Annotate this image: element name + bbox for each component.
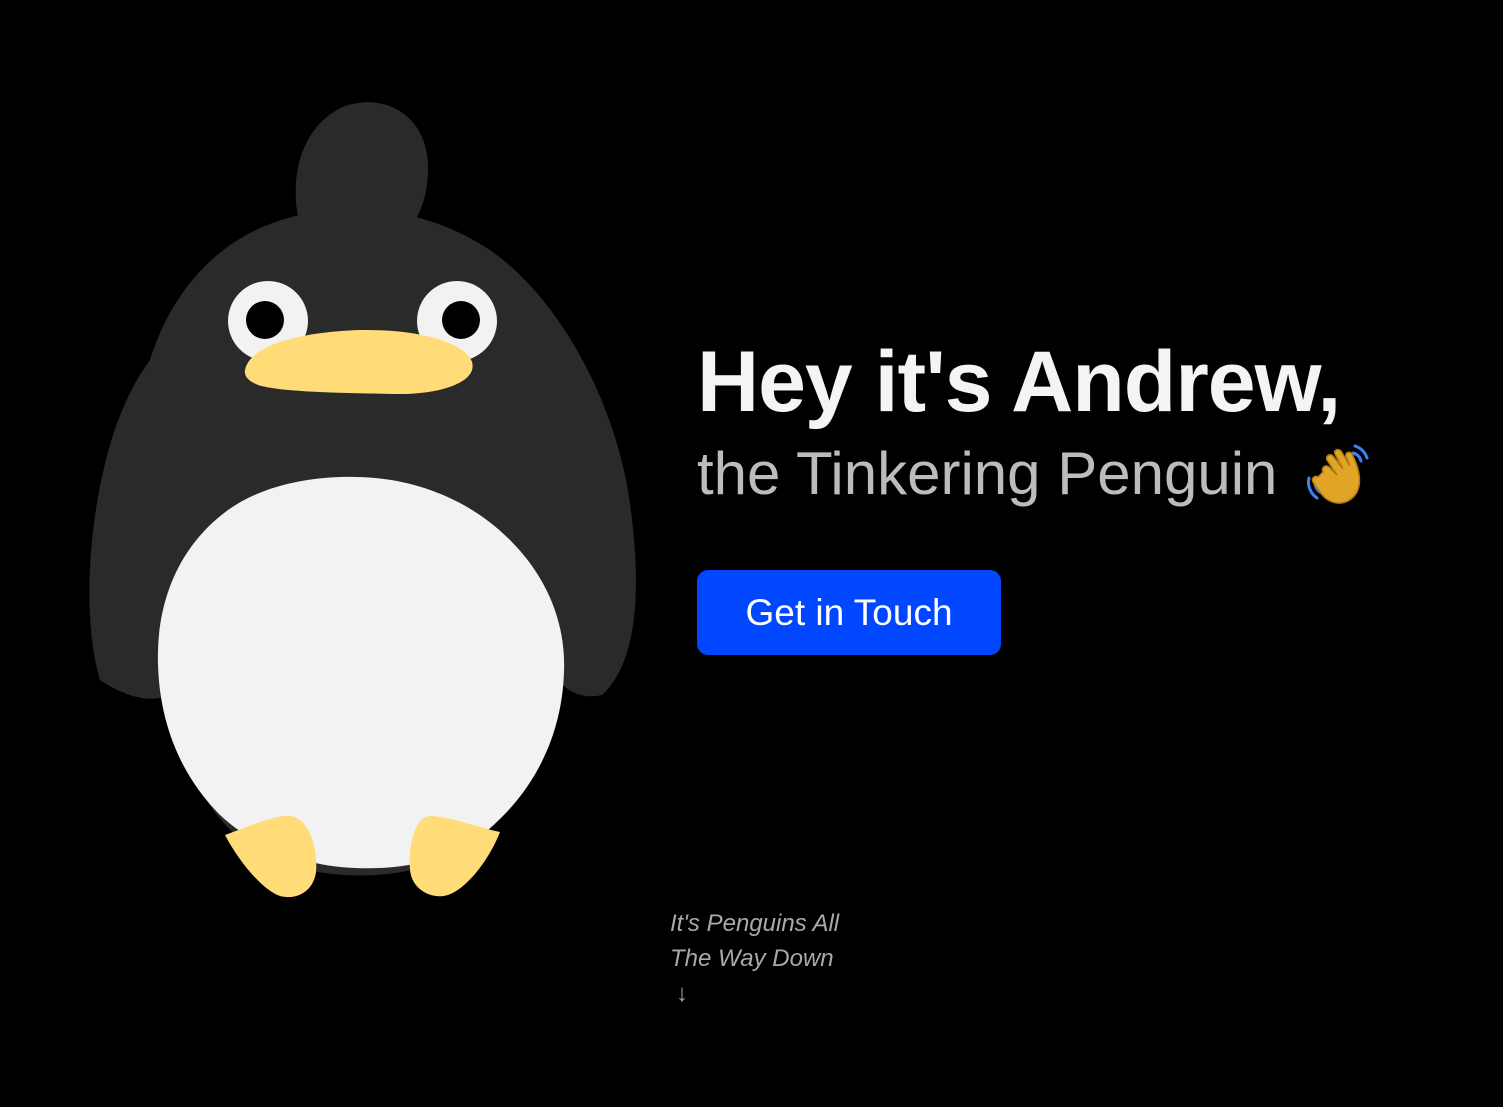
penguin-belly [157,476,565,869]
hero-subheadline: the Tinkering Penguin [697,436,1477,512]
penguin-left-pupil [246,301,284,339]
penguin-tuft [295,102,429,228]
penguin-illustration [89,102,636,898]
arrow-down-icon: ↓ [676,980,688,1007]
hero-headline: Hey it's Andrew, [697,334,1341,430]
penguin-right-pupil [442,301,480,339]
get-in-touch-button[interactable]: Get in Touch [697,570,1001,655]
scroll-hint-line-2-text: The Way Down [670,945,834,972]
hero-subheadline-text: the Tinkering Penguin [697,440,1278,507]
scroll-hint-line-1: It's Penguins All [670,910,840,937]
hero-section: Hey it's Andrew, the Tinkering Penguin G… [697,330,1477,655]
scroll-down-hint[interactable]: It's Penguins All The Way Down ↓ [670,906,839,1011]
waving-hand-icon [1307,444,1369,504]
scroll-hint-line-2: The Way Down ↓ [670,941,839,1011]
